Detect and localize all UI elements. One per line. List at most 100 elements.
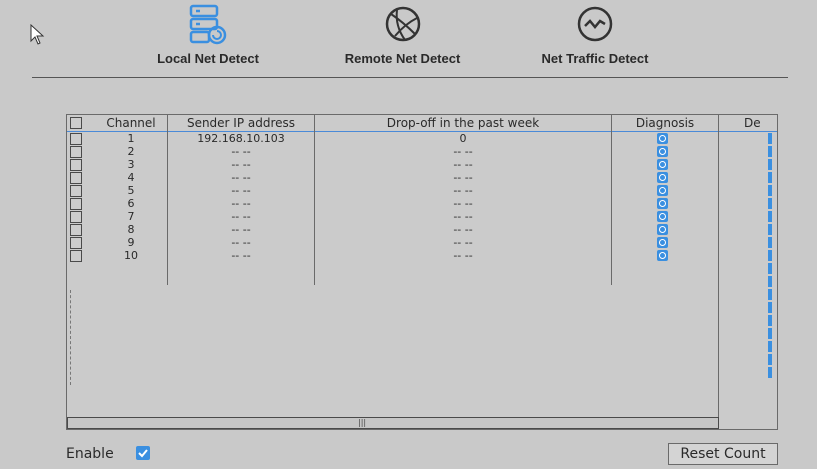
diagnosis-icon[interactable]	[657, 172, 668, 183]
details-button-icon[interactable]	[768, 289, 772, 300]
enable-label: Enable	[66, 446, 114, 462]
cell-sender-ip: -- --	[231, 210, 251, 223]
cell-dropoff: 0	[459, 132, 467, 145]
diagnosis-icon[interactable]	[657, 198, 668, 209]
details-button-icon[interactable]	[768, 185, 772, 196]
cell-sender-ip: -- --	[231, 197, 251, 210]
cell-channel: 10	[124, 249, 138, 262]
diagnosis-icon[interactable]	[657, 250, 668, 261]
details-button-icon[interactable]	[768, 354, 772, 365]
details-button-icon[interactable]	[768, 367, 772, 378]
table-row[interactable]: 7 -- -- -- --	[67, 210, 777, 223]
details-button-icon[interactable]	[768, 328, 772, 339]
cell-channel: 8	[127, 223, 135, 236]
select-all-checkbox[interactable]	[70, 117, 82, 129]
cell-channel: 3	[127, 158, 135, 171]
row-checkbox[interactable]	[70, 159, 82, 171]
diagnosis-icon[interactable]	[657, 146, 668, 157]
cell-channel: 7	[127, 210, 135, 223]
details-button-icon[interactable]	[768, 302, 772, 313]
cell-sender-ip: -- --	[231, 236, 251, 249]
header-diagnosis[interactable]: Diagnosis	[612, 115, 718, 131]
details-button-icon[interactable]	[768, 263, 772, 274]
tab-remote-net-detect[interactable]: Remote Net Detect	[325, 0, 480, 66]
enable-checkbox[interactable]	[136, 446, 150, 460]
cell-channel: 4	[127, 171, 135, 184]
diagnosis-icon[interactable]	[657, 159, 668, 170]
traffic-wave-icon	[577, 6, 613, 42]
tab-local-net-detect[interactable]: Local Net Detect	[138, 0, 278, 66]
cell-sender-ip: -- --	[231, 223, 251, 236]
cell-channel: 5	[127, 184, 135, 197]
table-row[interactable]: 3 -- -- -- --	[67, 158, 777, 171]
tab-net-traffic-detect-label: Net Traffic Detect	[541, 51, 649, 66]
horizontal-scrollbar[interactable]: |||	[67, 417, 719, 429]
row-checkbox[interactable]	[70, 237, 82, 249]
row-checkbox[interactable]	[70, 185, 82, 197]
row-checkbox[interactable]	[70, 211, 82, 223]
table-row[interactable]: 5 -- -- -- --	[67, 184, 777, 197]
cell-dropoff: -- --	[453, 158, 473, 171]
row-checkbox[interactable]	[70, 172, 82, 184]
scrollbar-grip-icon[interactable]: |||	[358, 419, 366, 427]
cell-dropoff: -- --	[453, 197, 473, 210]
header-channel[interactable]: Channel	[95, 115, 167, 131]
header-sender-ip[interactable]: Sender IP address	[168, 115, 314, 131]
table-row[interactable]: 6 -- -- -- --	[67, 197, 777, 210]
table-row[interactable]: 9 -- -- -- --	[67, 236, 777, 249]
tab-local-net-detect-label: Local Net Detect	[157, 51, 259, 66]
table-row[interactable]: 4 -- -- -- --	[67, 171, 777, 184]
globe-icon	[385, 6, 420, 42]
cell-dropoff: -- --	[453, 236, 473, 249]
details-button-icon[interactable]	[768, 224, 772, 235]
local-net-icon	[189, 4, 227, 45]
cell-sender-ip: -- --	[231, 145, 251, 158]
details-button-icon[interactable]	[768, 315, 772, 326]
row-checkbox[interactable]	[70, 133, 82, 145]
details-button-icon[interactable]	[768, 133, 772, 144]
diagnosis-icon[interactable]	[657, 237, 668, 248]
row-checkbox[interactable]	[70, 250, 82, 262]
header-divider	[32, 77, 788, 78]
cell-dropoff: -- --	[453, 210, 473, 223]
table-row[interactable]: 10 -- -- -- --	[67, 249, 777, 262]
details-button-icon[interactable]	[768, 198, 772, 209]
details-button-icon[interactable]	[768, 146, 772, 157]
tab-net-traffic-detect[interactable]: Net Traffic Detect	[520, 0, 670, 66]
cell-sender-ip: 192.168.10.103	[197, 132, 285, 145]
cell-sender-ip: -- --	[231, 158, 251, 171]
cell-dropoff: -- --	[453, 171, 473, 184]
row-checkbox[interactable]	[70, 198, 82, 210]
detect-tabs: Local Net Detect Remote Net Detect Net T…	[0, 0, 817, 75]
cell-sender-ip: -- --	[231, 184, 251, 197]
cell-channel: 2	[127, 145, 135, 158]
cell-dropoff: -- --	[453, 145, 473, 158]
details-button-icon[interactable]	[768, 172, 772, 183]
diagnosis-icon[interactable]	[657, 185, 668, 196]
header-details[interactable]: De	[719, 115, 777, 131]
row-checkbox[interactable]	[70, 146, 82, 158]
details-button-icon[interactable]	[768, 250, 772, 261]
cell-channel: 6	[127, 197, 135, 210]
checkmark-icon	[138, 449, 148, 458]
table-row[interactable]: 2 -- -- -- --	[67, 145, 777, 158]
row-checkbox[interactable]	[70, 224, 82, 236]
details-button-icon[interactable]	[768, 276, 772, 287]
table-header: Channel Sender IP address Drop-off in th…	[67, 115, 777, 132]
row-guide-line	[70, 290, 72, 385]
details-button-icon[interactable]	[768, 211, 772, 222]
details-button-icon[interactable]	[768, 341, 772, 352]
diagnosis-icon[interactable]	[657, 211, 668, 222]
tab-remote-net-detect-label: Remote Net Detect	[344, 51, 461, 66]
table-row[interactable]: 8 -- -- -- --	[67, 223, 777, 236]
channel-table: Channel Sender IP address Drop-off in th…	[66, 114, 778, 430]
diagnosis-icon[interactable]	[657, 133, 668, 144]
details-button-icon[interactable]	[768, 237, 772, 248]
diagnosis-icon[interactable]	[657, 224, 668, 235]
table-row[interactable]: 1 192.168.10.103 0	[67, 132, 777, 145]
header-dropoff[interactable]: Drop-off in the past week	[315, 115, 611, 131]
cell-channel: 9	[127, 236, 135, 249]
reset-count-button[interactable]: Reset Count	[668, 443, 778, 465]
details-button-icon[interactable]	[768, 159, 772, 170]
cell-sender-ip: -- --	[231, 249, 251, 262]
